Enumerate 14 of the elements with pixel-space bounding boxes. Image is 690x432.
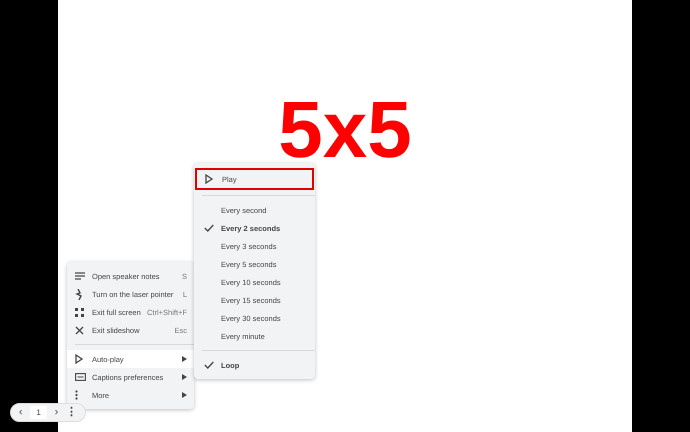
notes-icon [75, 272, 85, 280]
play-icon [75, 354, 83, 364]
submenu-arrow-icon [182, 392, 187, 398]
options-button[interactable]: ⋮ [66, 407, 78, 418]
captions-icon [75, 373, 86, 381]
next-slide-button[interactable]: › [54, 407, 58, 418]
submenu-arrow-icon [182, 374, 187, 380]
previous-slide-button[interactable]: ‹ [18, 407, 23, 418]
slide-number-field[interactable]: 1 [30, 406, 47, 419]
submenu-arrow-icon [182, 356, 187, 362]
close-icon [75, 326, 84, 334]
more-icon [75, 390, 78, 400]
exit-fullscreen-icon [75, 308, 84, 316]
play-icon [205, 174, 213, 184]
